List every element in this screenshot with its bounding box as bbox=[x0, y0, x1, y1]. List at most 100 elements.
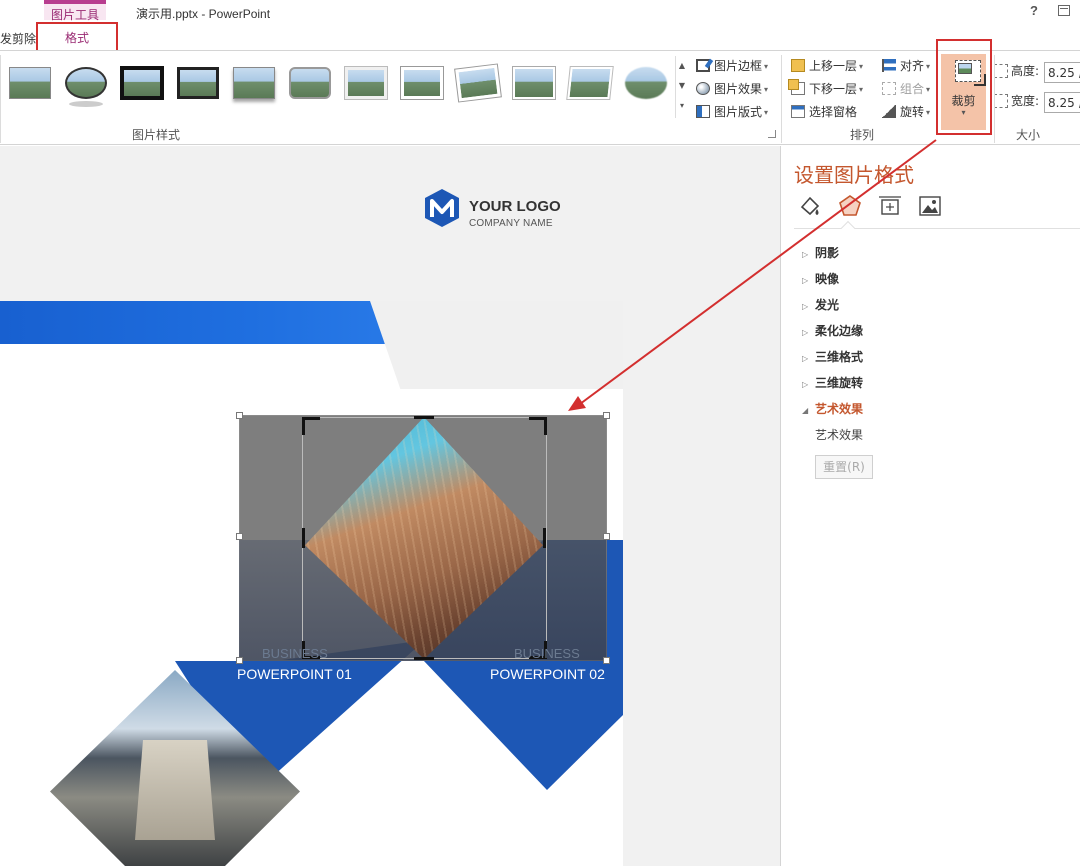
expand-arrow-icon: ▷ bbox=[802, 250, 809, 259]
picture-layout-button[interactable]: 图片版式 ▾ bbox=[696, 103, 768, 123]
picture-border-button[interactable]: 图片边框 ▾ bbox=[696, 57, 768, 77]
picture-style-thumbnail[interactable] bbox=[9, 67, 51, 99]
height-icon bbox=[994, 64, 1008, 78]
height-field-row: 高度: bbox=[994, 62, 1080, 84]
ribbon-divider bbox=[994, 55, 995, 143]
logo-title: YOUR LOGO bbox=[469, 198, 561, 215]
crop-handle-top[interactable] bbox=[414, 416, 434, 419]
section-reflection[interactable]: ▷ 映像 bbox=[802, 270, 839, 287]
resize-handle[interactable] bbox=[236, 657, 243, 664]
scroll-up-icon[interactable]: ▲ bbox=[676, 56, 688, 76]
size-properties-icon[interactable] bbox=[877, 193, 903, 219]
picture-styles-group-label: 图片样式 bbox=[132, 128, 181, 142]
picture-layout-icon bbox=[696, 105, 710, 118]
picture-border-icon bbox=[696, 59, 710, 72]
resize-handle[interactable] bbox=[236, 412, 243, 419]
logo-panel bbox=[370, 301, 623, 389]
dialog-launcher-icon[interactable] bbox=[768, 130, 776, 138]
rotate-button[interactable]: 旋转 ▾ bbox=[882, 103, 930, 123]
company-logo-icon bbox=[425, 189, 459, 227]
picture-style-thumbnail[interactable] bbox=[120, 66, 164, 100]
picture-icon[interactable] bbox=[917, 193, 943, 219]
crop-frame[interactable] bbox=[302, 417, 547, 659]
group-icon bbox=[882, 82, 896, 95]
section-glow[interactable]: ▷ 发光 bbox=[802, 296, 839, 313]
expand-arrow-icon: ▷ bbox=[802, 380, 809, 389]
help-button[interactable]: ? bbox=[1030, 3, 1038, 18]
pane-title: 设置图片格式 bbox=[794, 163, 914, 187]
picture-style-thumbnail[interactable] bbox=[400, 66, 444, 100]
picture-style-thumbnail[interactable] bbox=[289, 67, 331, 99]
slide-header-banner bbox=[0, 301, 420, 344]
align-button[interactable]: 对齐 ▾ bbox=[882, 57, 930, 77]
picture-style-thumbnail[interactable] bbox=[65, 67, 107, 107]
crop-highlight-box bbox=[936, 39, 992, 135]
picture-style-thumbnail[interactable] bbox=[344, 66, 388, 100]
effects-icon[interactable] bbox=[837, 193, 863, 219]
tab-previous[interactable]: 发剪除 bbox=[0, 30, 36, 47]
pane-divider[interactable] bbox=[780, 146, 781, 866]
tab-format-label: 格式 bbox=[64, 31, 89, 45]
document-title: 演示用.pptx - PowerPoint bbox=[136, 7, 271, 21]
picture-style-thumbnail[interactable] bbox=[454, 63, 502, 103]
crop-handle-right[interactable] bbox=[543, 528, 546, 548]
bring-forward-icon bbox=[791, 59, 805, 72]
selection-pane-icon bbox=[791, 105, 805, 118]
resize-handle[interactable] bbox=[236, 533, 243, 540]
width-field-row: 宽度: bbox=[994, 92, 1080, 114]
gallery-more-icon[interactable]: ▾ bbox=[676, 96, 688, 116]
height-input[interactable] bbox=[1044, 62, 1080, 83]
section-3d-format[interactable]: ▷ 三维格式 bbox=[802, 348, 863, 365]
width-input[interactable] bbox=[1044, 92, 1080, 113]
styles-gallery-scroll[interactable]: ▲ ▼ ▾ bbox=[675, 56, 688, 118]
title-bar: 图片工具 演示用.pptx - PowerPoint ? 发剪除 格式 bbox=[0, 0, 1080, 54]
collapse-arrow-icon: ◢ bbox=[802, 406, 809, 415]
picture-style-thumbnail[interactable] bbox=[625, 67, 667, 99]
picture-style-thumbnail[interactable] bbox=[512, 66, 556, 100]
powerpoint-label-02: POWERPOINT 02 bbox=[490, 666, 605, 682]
expand-arrow-icon: ▷ bbox=[802, 328, 809, 337]
align-icon bbox=[882, 59, 896, 72]
picture-style-thumbnail[interactable] bbox=[233, 67, 275, 99]
stadium-photo-detail bbox=[135, 740, 215, 840]
resize-handle[interactable] bbox=[603, 412, 610, 419]
restore-window-icon[interactable] bbox=[1058, 5, 1070, 16]
business-label-left: BUSINESS bbox=[262, 646, 328, 661]
resize-handle[interactable] bbox=[603, 657, 610, 664]
picture-effects-button[interactable]: 图片效果 ▾ bbox=[696, 80, 768, 100]
ribbon-divider bbox=[781, 55, 782, 143]
send-backward-button[interactable]: 下移一层 ▾ bbox=[788, 79, 863, 100]
crop-handle-top-right[interactable] bbox=[529, 417, 547, 435]
picture-tools-label: 图片工具 bbox=[50, 8, 99, 22]
powerpoint-label-01: POWERPOINT 01 bbox=[237, 666, 352, 682]
expand-arrow-icon: ▷ bbox=[802, 354, 809, 363]
bring-forward-button[interactable]: 上移一层 ▾ bbox=[791, 57, 863, 77]
send-backward-icon bbox=[788, 79, 805, 95]
picture-style-thumbnail[interactable] bbox=[177, 67, 219, 99]
rotate-icon bbox=[882, 105, 896, 118]
picture-style-thumbnail[interactable] bbox=[566, 66, 614, 100]
resize-handle[interactable] bbox=[603, 533, 610, 540]
section-soft-edges[interactable]: ▷ 柔化边缘 bbox=[802, 322, 863, 339]
crop-handle-bottom[interactable] bbox=[414, 657, 434, 660]
picture-tools-tab-group: 图片工具 bbox=[44, 0, 106, 22]
section-shadow[interactable]: ▷ 阴影 bbox=[802, 244, 839, 261]
reset-button[interactable]: 重置(R) bbox=[815, 455, 873, 479]
scroll-down-icon[interactable]: ▼ bbox=[676, 76, 688, 96]
logo-subtitle: COMPANY NAME bbox=[469, 218, 553, 229]
group-button[interactable]: 组合 ▾ bbox=[882, 80, 930, 100]
size-group-label: 大小 bbox=[1016, 128, 1041, 142]
expand-arrow-icon: ▷ bbox=[802, 302, 809, 311]
expand-arrow-icon: ▷ bbox=[802, 276, 809, 285]
arrange-group-label: 排列 bbox=[850, 128, 875, 142]
crop-handle-left[interactable] bbox=[302, 528, 305, 548]
fill-line-icon[interactable] bbox=[797, 193, 823, 219]
selection-pane-button[interactable]: 选择窗格 bbox=[791, 103, 857, 123]
crop-handle-top-left[interactable] bbox=[302, 417, 320, 435]
artistic-effects-picker-label[interactable]: 艺术效果 bbox=[815, 426, 863, 443]
pane-tab-underline bbox=[794, 228, 1080, 229]
section-3d-rotation[interactable]: ▷ 三维旋转 bbox=[802, 374, 863, 391]
picture-effects-icon bbox=[696, 82, 710, 95]
section-artistic-effects[interactable]: ◢ 艺术效果 bbox=[802, 400, 863, 417]
ribbon-divider bbox=[0, 55, 1, 143]
